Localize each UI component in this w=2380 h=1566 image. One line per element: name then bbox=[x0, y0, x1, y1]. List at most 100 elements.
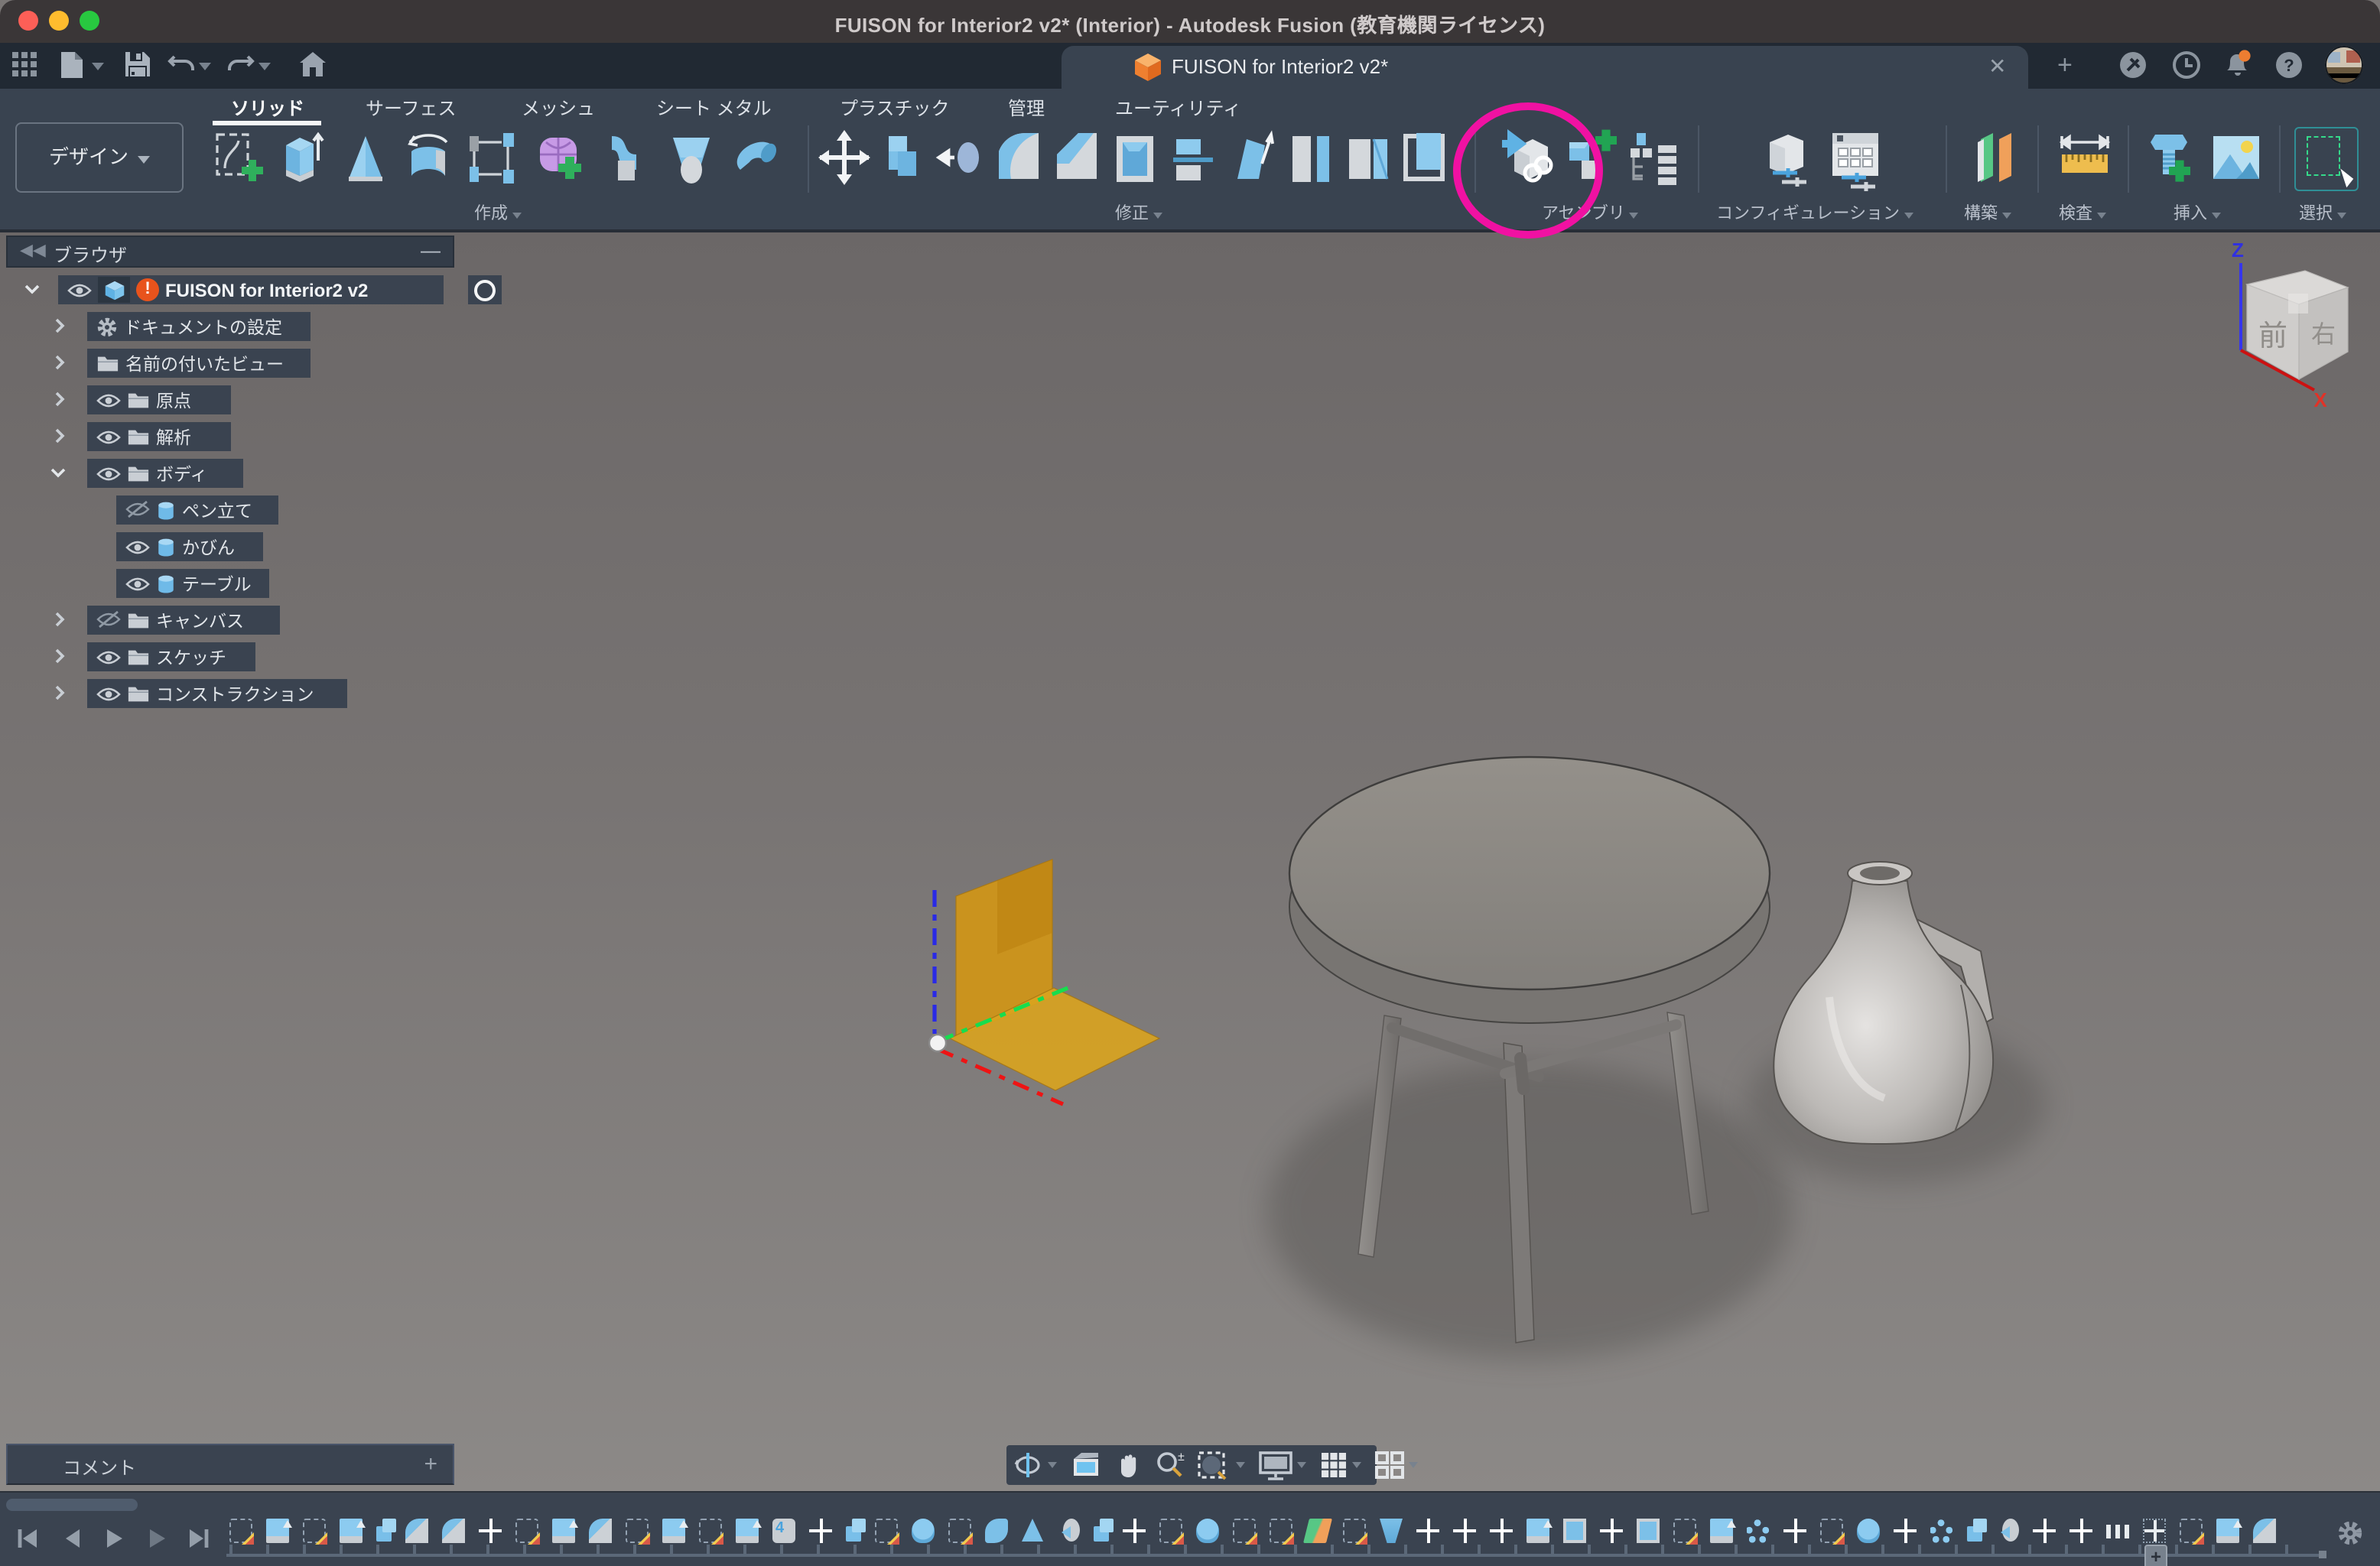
minimize-panel-icon[interactable]: — bbox=[421, 239, 441, 262]
chevron-right-icon[interactable] bbox=[52, 612, 67, 627]
undo-button[interactable] bbox=[168, 52, 196, 81]
browser-row-sketches[interactable]: スケッチ bbox=[87, 642, 255, 671]
timeline-feature-move[interactable] bbox=[1453, 1519, 1476, 1543]
new-component-icon[interactable] bbox=[1563, 130, 1618, 191]
chevron-right-icon[interactable] bbox=[52, 318, 67, 333]
display-settings-tool[interactable] bbox=[1259, 1451, 1292, 1480]
insert-bolt-icon[interactable] bbox=[2144, 130, 2200, 191]
pipe-icon[interactable] bbox=[730, 130, 785, 191]
timeline-feature-extrude[interactable] bbox=[552, 1519, 575, 1543]
timeline-settings-gear-icon[interactable] bbox=[2337, 1520, 2363, 1554]
browser-row-construction[interactable]: コンストラクション bbox=[87, 679, 347, 708]
insert-derive-icon[interactable] bbox=[1499, 130, 1554, 191]
configuration-table-icon[interactable] bbox=[1826, 130, 1881, 191]
pan-tool[interactable] bbox=[1115, 1451, 1143, 1480]
timeline-feature-revolve[interactable] bbox=[1196, 1519, 1219, 1543]
timeline-feature-sketch[interactable] bbox=[699, 1519, 722, 1543]
timeline-feature-fillet[interactable] bbox=[2253, 1519, 2276, 1543]
timeline-feature-presspull[interactable] bbox=[2002, 1519, 2019, 1542]
tab-manage[interactable]: 管理 bbox=[1008, 95, 1045, 121]
primitive-cone-icon[interactable] bbox=[338, 130, 393, 191]
timeline-feature-plane[interactable] bbox=[1303, 1519, 1332, 1543]
timeline-feature-move[interactable] bbox=[1490, 1519, 1513, 1543]
timeline-feature-cpattern[interactable] bbox=[1930, 1519, 1953, 1543]
measure-icon[interactable] bbox=[2057, 130, 2112, 191]
press-pull-icon[interactable] bbox=[933, 130, 988, 191]
go-to-start-button[interactable] bbox=[15, 1526, 40, 1558]
visibility-eye-icon[interactable] bbox=[67, 282, 92, 297]
timeline-feature-move[interactable] bbox=[1123, 1519, 1146, 1543]
visibility-eye-icon[interactable] bbox=[96, 466, 121, 481]
fillet-icon[interactable] bbox=[991, 130, 1046, 191]
timeline-marker[interactable]: + bbox=[2144, 1545, 2167, 1566]
timeline-feature-combine[interactable] bbox=[846, 1526, 861, 1542]
timeline-feature-sketch[interactable] bbox=[948, 1519, 971, 1543]
extrude-icon[interactable] bbox=[275, 130, 330, 191]
timeline-feature-combine[interactable] bbox=[376, 1526, 392, 1542]
timeline-feature-move[interactable] bbox=[809, 1519, 832, 1543]
viewports-tool[interactable] bbox=[1375, 1451, 1404, 1479]
timeline-feature-sketch[interactable] bbox=[1820, 1519, 1843, 1543]
group-label-insert[interactable]: 挿入 bbox=[2174, 200, 2221, 225]
timeline-feature-sketch[interactable] bbox=[1233, 1519, 1256, 1543]
timeline-feature-extrude[interactable] bbox=[1527, 1519, 1549, 1543]
tab-surface[interactable]: サーフェス bbox=[366, 95, 457, 121]
timeline-feature-sketch[interactable] bbox=[2180, 1519, 2203, 1543]
tab-solid[interactable]: ソリッド bbox=[231, 95, 304, 121]
timeline-feature-sketch[interactable] bbox=[875, 1519, 898, 1543]
orbit-tool[interactable] bbox=[1013, 1450, 1043, 1480]
display-settings-caret[interactable] bbox=[1297, 1462, 1306, 1468]
visibility-eye-icon[interactable] bbox=[96, 649, 121, 664]
chevron-down-icon[interactable] bbox=[50, 465, 66, 480]
history-icon[interactable] bbox=[2172, 50, 2201, 87]
timeline-feature-sketch[interactable] bbox=[626, 1519, 649, 1543]
browser-row-root[interactable]: ! FUISON for Interior2 v2 bbox=[58, 275, 444, 304]
help-icon[interactable]: ? bbox=[2274, 50, 2304, 87]
sweep-icon[interactable] bbox=[598, 130, 653, 191]
viewport-canvas[interactable]: 上 前 右 Z X ◀◀ ブラウザ — ! FUISON for Interio… bbox=[0, 232, 2380, 1491]
timeline-feature-sketch[interactable] bbox=[1673, 1519, 1696, 1543]
tab-mesh[interactable]: メッシュ bbox=[522, 95, 595, 121]
zoom-tool[interactable]: ± bbox=[1155, 1450, 1185, 1480]
timeline-feature-fillet[interactable] bbox=[442, 1519, 465, 1543]
tab-sheetmetal[interactable]: シート メタル bbox=[656, 95, 772, 121]
zoom-window-tool[interactable] bbox=[1198, 1450, 1231, 1480]
browser-row-pen-holder[interactable]: ペン立て bbox=[116, 495, 278, 525]
timeline-feature-boxframe[interactable] bbox=[1563, 1519, 1586, 1543]
configure-design-icon[interactable] bbox=[1759, 130, 1814, 191]
chevron-down-icon[interactable] bbox=[24, 281, 40, 297]
timeline-feature-combine[interactable] bbox=[1967, 1526, 1982, 1542]
undo-caret[interactable] bbox=[199, 63, 211, 70]
group-label-configuration[interactable]: コンフィギュレーション bbox=[1716, 200, 1913, 225]
timeline-feature-cpattern[interactable] bbox=[1747, 1519, 1770, 1543]
timeline-feature-extrude[interactable] bbox=[340, 1519, 363, 1543]
timeline-feature-cone[interactable] bbox=[1022, 1519, 1043, 1542]
draft-icon[interactable] bbox=[1224, 130, 1279, 191]
timeline-feature-loft[interactable] bbox=[1380, 1519, 1403, 1543]
timeline-feature-move[interactable] bbox=[2069, 1519, 2092, 1543]
activate-component-radio[interactable] bbox=[468, 275, 502, 304]
group-label-assemble[interactable]: アセンブリ bbox=[1542, 200, 1639, 225]
group-label-modify[interactable]: 修正 bbox=[1115, 200, 1162, 225]
visibility-eye-icon[interactable] bbox=[125, 539, 150, 554]
file-menu-button[interactable] bbox=[61, 52, 83, 86]
viewports-caret[interactable] bbox=[1409, 1462, 1418, 1468]
home-icon[interactable] bbox=[300, 52, 326, 84]
look-at-tool[interactable] bbox=[1071, 1451, 1101, 1479]
group-label-construct[interactable]: 構築 bbox=[1964, 200, 2011, 225]
select-window-icon[interactable] bbox=[2294, 127, 2359, 191]
visibility-eye-icon[interactable] bbox=[96, 686, 121, 701]
chamfer-icon[interactable] bbox=[1049, 130, 1104, 191]
design-workspace-menu[interactable]: デザイン bbox=[15, 122, 184, 193]
group-label-inspect[interactable]: 検査 bbox=[2059, 200, 2106, 225]
redo-caret[interactable] bbox=[258, 63, 271, 70]
timeline-feature-fillet[interactable] bbox=[589, 1519, 612, 1543]
visibility-eye-icon[interactable] bbox=[125, 576, 150, 591]
visibility-eye-off-icon[interactable] bbox=[96, 612, 121, 629]
file-menu-caret[interactable] bbox=[92, 63, 104, 70]
timeline-track[interactable] bbox=[226, 1554, 2319, 1557]
timeline-feature-move[interactable] bbox=[1783, 1519, 1806, 1543]
browser-row-analysis[interactable]: 解析 bbox=[87, 422, 231, 451]
joint-origin-icon[interactable] bbox=[463, 130, 519, 191]
step-forward-button[interactable] bbox=[147, 1526, 168, 1558]
